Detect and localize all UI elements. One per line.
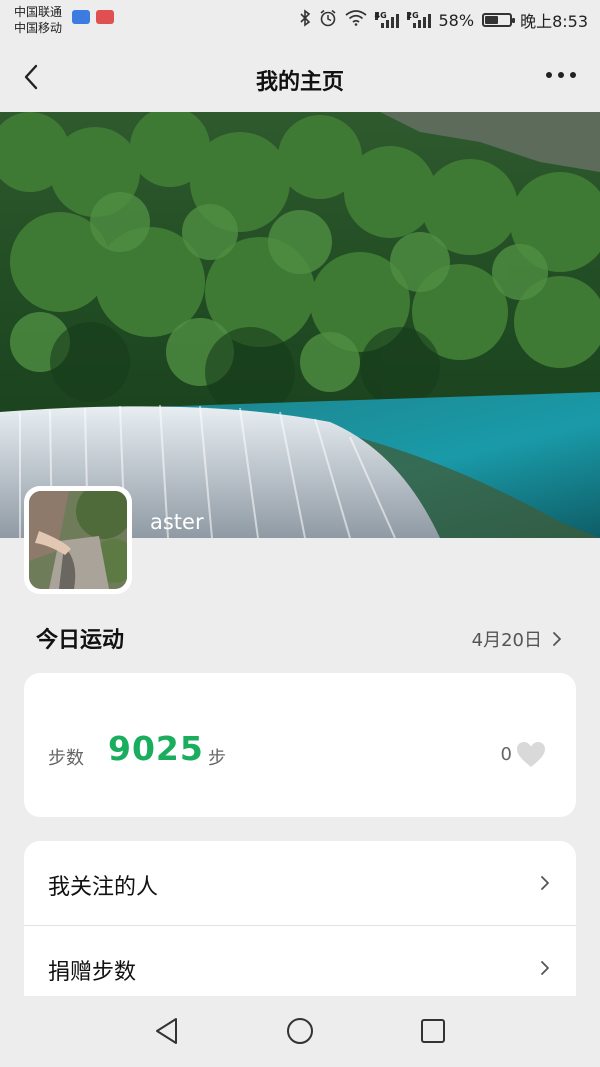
- carrier-info: 中国联通 中国移动: [14, 4, 62, 36]
- today-exercise-title: 今日运动: [36, 628, 125, 653]
- menu-item-following[interactable]: 我关注的人: [24, 841, 576, 925]
- notification-icons: [72, 10, 114, 24]
- navigation-bar: 我的主页: [0, 40, 600, 112]
- avatar-image: [29, 491, 127, 589]
- steps-unit: 步: [208, 748, 226, 769]
- more-icon-dot: [558, 72, 564, 78]
- chevron-right-icon: [553, 632, 561, 646]
- chevron-right-icon: [541, 876, 549, 890]
- clock: 晚上8:53: [520, 12, 588, 31]
- carrier-2: 中国移动: [14, 21, 63, 35]
- home-circle-icon[interactable]: [285, 1016, 315, 1046]
- bluetooth-icon: [299, 9, 311, 31]
- network-type-2: 2G: [406, 11, 419, 20]
- menu-item-label: 我关注的人: [48, 875, 159, 900]
- date-label: 4月20日: [471, 630, 542, 651]
- more-icon-dot: [570, 72, 576, 78]
- steps-label: 步数: [48, 748, 84, 769]
- cover-image[interactable]: [0, 112, 600, 538]
- avatar[interactable]: [24, 486, 132, 594]
- username: aster: [150, 510, 204, 534]
- page-title: 我的主页: [255, 70, 344, 95]
- battery-level: [485, 16, 499, 24]
- date-selector[interactable]: 4月20日: [472, 626, 562, 652]
- waterfall-landscape-image: [0, 112, 600, 538]
- system-navigation-bar: [0, 996, 600, 1067]
- battery-icon: [482, 13, 516, 27]
- carrier-1: 中国联通: [14, 5, 63, 19]
- signal-icon-2: 2G: [406, 11, 431, 28]
- menu-item-label: 捐赠步数: [48, 960, 137, 985]
- status-bar: 中国联通 中国移动 4G 2G 58% 晚上8:53: [0, 0, 600, 40]
- more-icon-dot: [546, 72, 552, 78]
- network-type-1: 4G: [374, 11, 387, 20]
- app-notification-icon: [72, 10, 90, 24]
- alarm-icon: [319, 9, 337, 31]
- battery-percent: 58%: [438, 10, 475, 30]
- heart-icon[interactable]: [516, 741, 546, 769]
- chevron-right-icon: [541, 961, 549, 975]
- wifi-icon: [344, 10, 367, 30]
- back-triangle-icon[interactable]: [152, 1016, 182, 1046]
- steps-value: 9025: [108, 729, 204, 768]
- signal-icon-1: 4G: [374, 11, 399, 28]
- more-button[interactable]: [546, 72, 576, 78]
- recents-square-icon[interactable]: [418, 1016, 448, 1046]
- like-count: 0: [500, 744, 512, 765]
- status-right: 4G 2G 58% 晚上8:53: [299, 8, 588, 32]
- video-notification-icon: [96, 10, 114, 24]
- steps-card[interactable]: 步数 9025 步 0: [24, 673, 576, 817]
